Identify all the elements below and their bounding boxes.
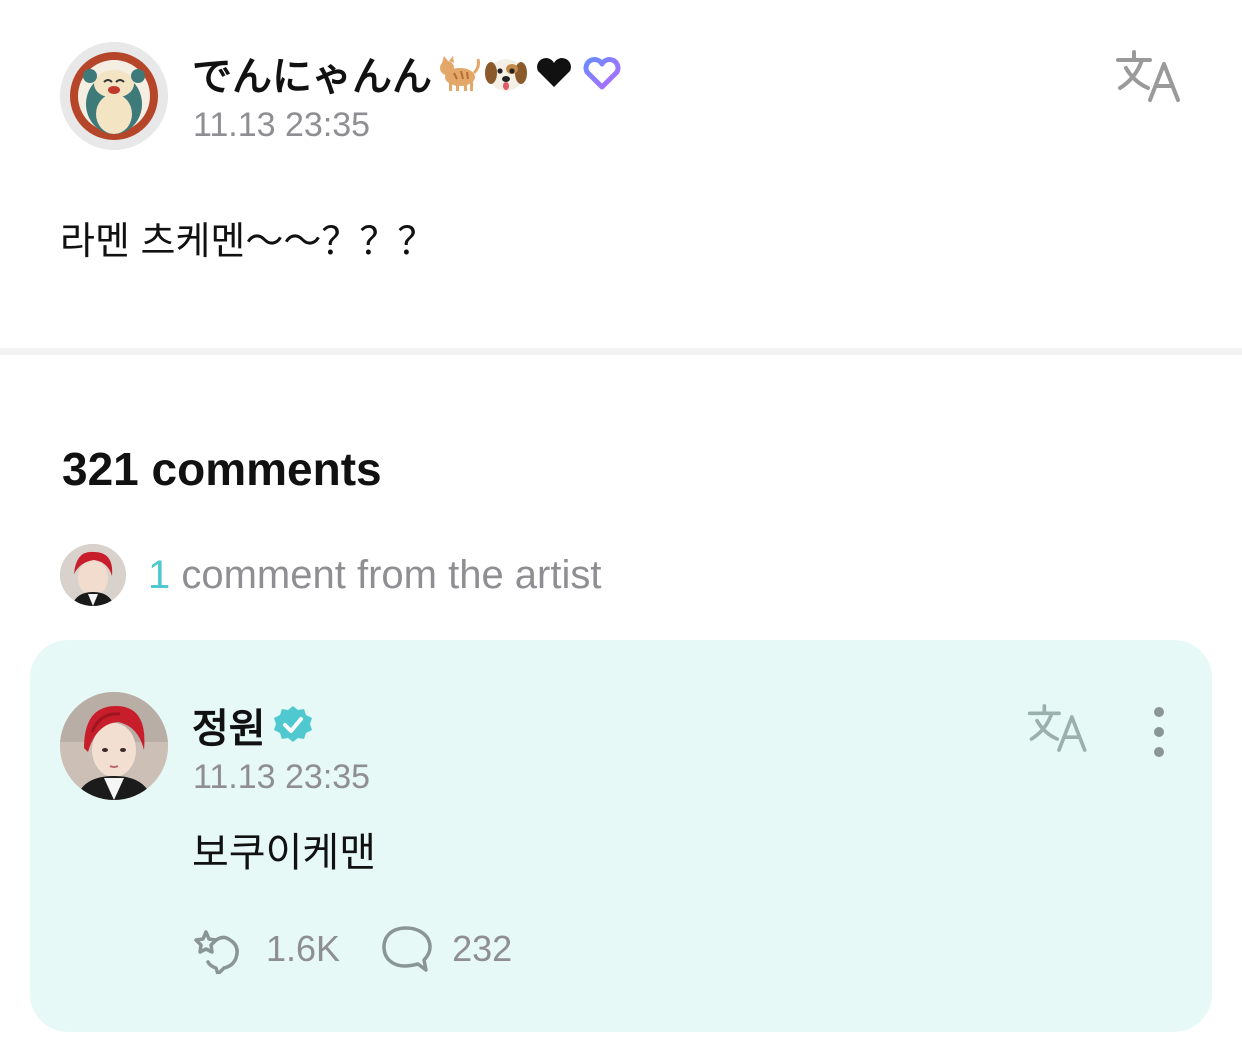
artist-comment-label: comment from the artist (170, 552, 602, 597)
artist-name: 정원 (192, 707, 266, 751)
artist-avatar-image (60, 544, 126, 606)
black-heart-emoji-icon (537, 58, 571, 87)
artist-avatar-image (60, 692, 168, 800)
avatar[interactable] (60, 42, 168, 150)
translate-glyph (1116, 50, 1180, 102)
section-divider (0, 348, 1242, 355)
reply-count: 232 (452, 928, 513, 969)
cat-emoji-icon (440, 56, 480, 91)
comment-actions: 1.6K 232 (192, 924, 512, 974)
translate-icon[interactable] (1114, 48, 1186, 104)
comments-count: 321 comments (62, 443, 382, 495)
cheer-icon (194, 930, 239, 974)
purple-heart-outline-emoji-icon (583, 57, 621, 90)
artist-comment-author[interactable]: 정원 (192, 696, 314, 754)
artist-comment-count: 1 (148, 552, 171, 597)
avatar (60, 544, 126, 606)
dog-face-emoji-icon (485, 59, 527, 91)
vertical-dots-glyph (1154, 707, 1164, 757)
like-button[interactable]: 1.6K (192, 924, 340, 974)
post-author[interactable]: でんにゃんん (192, 44, 624, 102)
snorlax-avatar-image (60, 42, 168, 150)
post-author-name: でんにゃんん (192, 55, 432, 99)
avatar[interactable] (60, 692, 168, 800)
post-timestamp: 11.13 23:35 (193, 106, 371, 144)
more-options-icon[interactable] (1142, 704, 1176, 760)
artist-comment-timestamp: 11.13 23:35 (193, 758, 371, 796)
translate-icon[interactable] (1026, 702, 1092, 754)
artist-comment-summary[interactable]: 1 comment from the artist (60, 544, 601, 606)
reply-button[interactable]: 232 (378, 924, 512, 974)
artist-comment-body: 보쿠이케맨 (192, 831, 376, 875)
verified-badge-icon (273, 706, 312, 742)
translate-glyph (1027, 704, 1087, 752)
artist-comment-card: 정원 11.13 23:35 보쿠이케맨 1.6K 232 (30, 640, 1212, 1032)
like-count: 1.6K (266, 928, 341, 969)
speech-bubble-icon (382, 926, 432, 972)
artist-comment-summary-text: 1 comment from the artist (148, 553, 601, 598)
post-page: でんにゃんん 11.13 23:35 라멘 츠케멘～～？？？ 321 comme… (0, 0, 1242, 1061)
post-body-text: 라멘 츠케멘～～？？？ (60, 221, 436, 263)
